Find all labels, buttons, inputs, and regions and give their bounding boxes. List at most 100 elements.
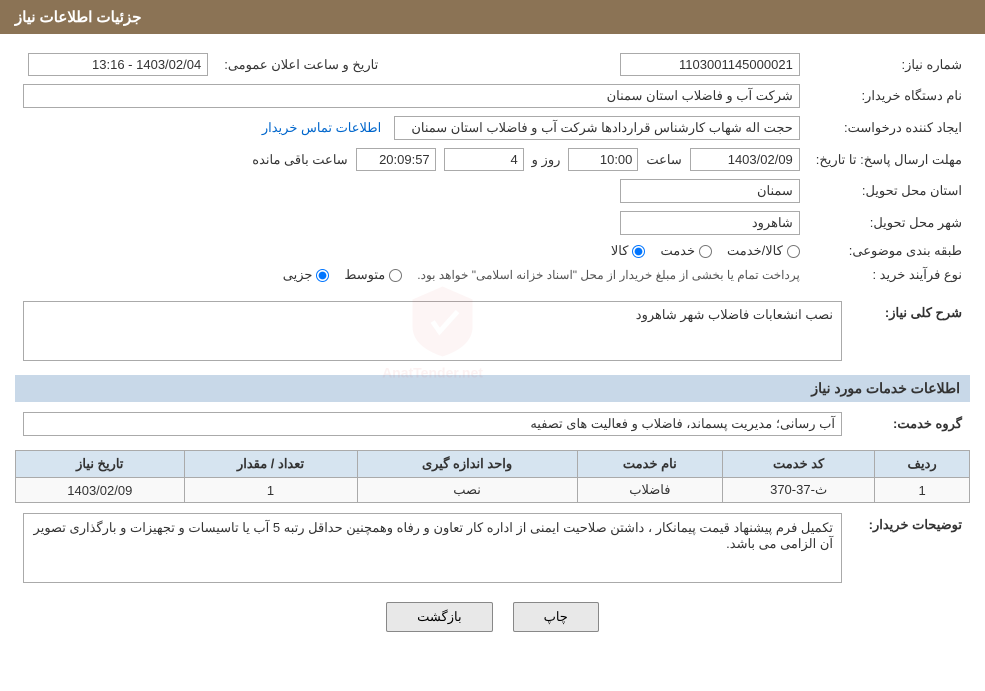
sharh-table: شرح کلی نیاز: AnatTender.net bbox=[15, 297, 970, 365]
nooe-description: پرداخت تمام یا بخشی از مبلغ خریدار از مح… bbox=[417, 268, 800, 282]
table-cell: نصب bbox=[357, 478, 577, 503]
row-dastgah: نام دستگاه خریدار: شرکت آب و فاضلاب استا… bbox=[15, 80, 970, 112]
mohlat-value: 1403/02/09 ساعت 10:00 روز و 4 20:09:57 س… bbox=[15, 144, 808, 175]
watermark-area: AnatTender.net bbox=[382, 282, 483, 381]
row-ijad: ایجاد کننده درخواست: حجت اله شهاب کارشنا… bbox=[15, 112, 970, 144]
tarikh-elan-value: 1403/02/04 - 13:16 bbox=[15, 49, 216, 80]
radio-kala-input[interactable] bbox=[632, 245, 645, 258]
ijad-label: ایجاد کننده درخواست: bbox=[808, 112, 970, 144]
radio-kala-khedmat-input[interactable] bbox=[787, 245, 800, 258]
notes-table: توضیحات خریدار: تکمیل فرم پیشنهاد قیمت پ… bbox=[15, 509, 970, 587]
row-goroh: گروه خدمت: آب رسانی؛ مدیریت پسماند، فاضل… bbox=[15, 408, 970, 440]
page-header: جزئیات اطلاعات نیاز bbox=[0, 0, 985, 34]
table-header: ردیف کد خدمت نام خدمت واحد اندازه گیری ت… bbox=[16, 451, 970, 478]
dastgah-label: نام دستگاه خریدار: bbox=[808, 80, 970, 112]
saaat-label: ساعت bbox=[646, 152, 681, 168]
table-cell: 1403/02/09 bbox=[16, 478, 185, 503]
shomara-value: 1103001145000021 bbox=[416, 49, 808, 80]
sharh-textarea: AnatTender.net نصب انشعابات فاضلاب شهر ش… bbox=[23, 301, 842, 361]
page-wrapper: جزئیات اطلاعات نیاز شماره نیاز: 11030011… bbox=[0, 0, 985, 691]
tabaqe-label: طبقه بندی موضوعی: bbox=[808, 239, 970, 263]
ettelaat-link[interactable]: اطلاعات تماس خریدار bbox=[262, 120, 381, 135]
tabaqe-value: کالا/خدمت خدمت کالا bbox=[15, 239, 808, 263]
table-cell: 1 bbox=[184, 478, 357, 503]
khadamat-header: اطلاعات خدمات مورد نیاز bbox=[15, 375, 970, 402]
notes-label: توضیحات خریدار: bbox=[850, 509, 970, 587]
deadline-row: 1403/02/09 ساعت 10:00 روز و 4 20:09:57 س… bbox=[23, 148, 800, 171]
col-vahed: واحد اندازه گیری bbox=[357, 451, 577, 478]
goroh-value: آب رسانی؛ مدیریت پسماند، فاضلاب و فعالیت… bbox=[15, 408, 850, 440]
radio-motovaset-label: متوسط bbox=[344, 267, 385, 283]
row-shahr: شهر محل تحویل: شاهرود bbox=[15, 207, 970, 239]
radio-kala-khedmat-label: کالا/خدمت bbox=[727, 243, 783, 259]
sharh-text: نصب انشعابات فاضلاب شهر شاهرود bbox=[636, 307, 833, 322]
table-body: 1ث-37-370فاضلابنصب11403/02/09 bbox=[16, 478, 970, 503]
row-notes: توضیحات خریدار: تکمیل فرم پیشنهاد قیمت پ… bbox=[15, 509, 970, 587]
radio-kala-label: کالا bbox=[611, 243, 629, 259]
notes-value-cell: تکمیل فرم پیشنهاد قیمت پیمانکار ، داشتن … bbox=[15, 509, 850, 587]
deadline-clock: 20:09:57 bbox=[356, 148, 436, 171]
page-title: جزئیات اطلاعات نیاز bbox=[15, 9, 142, 26]
notes-box: تکمیل فرم پیشنهاد قیمت پیمانکار ، داشتن … bbox=[23, 513, 842, 583]
sharh-label: شرح کلی نیاز: bbox=[850, 297, 970, 365]
goroh-table: گروه خدمت: آب رسانی؛ مدیریت پسماند، فاضل… bbox=[15, 408, 970, 440]
button-row: چاپ بازگشت bbox=[15, 602, 970, 632]
nooe-label: نوع فرآیند خرید : bbox=[808, 263, 970, 287]
radio-kala: کالا bbox=[611, 243, 646, 259]
shahr-label: شهر محل تحویل: bbox=[808, 207, 970, 239]
ostan-input: سمنان bbox=[620, 179, 800, 203]
col-radif: ردیف bbox=[875, 451, 970, 478]
table-header-row: ردیف کد خدمت نام خدمت واحد اندازه گیری ت… bbox=[16, 451, 970, 478]
row-mohlat: مهلت ارسال پاسخ: تا تاریخ: 1403/02/09 سا… bbox=[15, 144, 970, 175]
col-tedad: تعداد / مقدار bbox=[184, 451, 357, 478]
tarikh-elan-label: تاریخ و ساعت اعلان عمومی: bbox=[216, 49, 386, 80]
radio-kala-khedmat: کالا/خدمت bbox=[727, 243, 800, 259]
radio-jozi-label: جزیی bbox=[283, 267, 313, 283]
col-nam: نام خدمت bbox=[577, 451, 722, 478]
remaining-label: ساعت باقی مانده bbox=[252, 152, 347, 168]
row-sharh: شرح کلی نیاز: AnatTender.net bbox=[15, 297, 970, 365]
table-cell: 1 bbox=[875, 478, 970, 503]
ostan-value: سمنان bbox=[15, 175, 808, 207]
radio-jozi-input[interactable] bbox=[316, 269, 329, 282]
col-kod: کد خدمت bbox=[723, 451, 875, 478]
dastgah-input: شرکت آب و فاضلاب استان سمنان bbox=[23, 84, 800, 108]
shahr-value: شاهرود bbox=[15, 207, 808, 239]
shield-watermark-icon bbox=[403, 282, 483, 362]
content-area: شماره نیاز: 1103001145000021 تاریخ و ساع… bbox=[0, 34, 985, 647]
deadline-date: 1403/02/09 bbox=[690, 148, 800, 171]
col-tarikh: تاریخ نیاز bbox=[16, 451, 185, 478]
radio-khedmat: خدمت bbox=[660, 243, 712, 259]
sharh-value-cell: AnatTender.net نصب انشعابات فاضلاب شهر ش… bbox=[15, 297, 850, 365]
ijad-input: حجت اله شهاب کارشناس قراردادها شرکت آب و… bbox=[394, 116, 800, 140]
row-tabaqe: طبقه بندی موضوعی: کالا/خدمت خدمت bbox=[15, 239, 970, 263]
ostan-label: استان محل تحویل: bbox=[808, 175, 970, 207]
goroh-label: گروه خدمت: bbox=[850, 408, 970, 440]
radio-motovaset-input[interactable] bbox=[389, 269, 402, 282]
tarikh-elan-input: 1403/02/04 - 13:16 bbox=[28, 53, 208, 76]
table-cell: فاضلاب bbox=[577, 478, 722, 503]
shahr-input: شاهرود bbox=[620, 211, 800, 235]
roz-label: روز و bbox=[532, 152, 561, 168]
dastgah-value: شرکت آب و فاضلاب استان سمنان bbox=[15, 80, 808, 112]
table-cell: ث-37-370 bbox=[723, 478, 875, 503]
row-nooe-farayand: نوع فرآیند خرید : پرداخت تمام یا بخشی از… bbox=[15, 263, 970, 287]
row-ostan: استان محل تحویل: سمنان bbox=[15, 175, 970, 207]
shomara-input: 1103001145000021 bbox=[620, 53, 800, 76]
bazgasht-button[interactable]: بازگشت bbox=[386, 602, 492, 632]
radio-khedmat-label: خدمت bbox=[660, 243, 695, 259]
radio-jozi: جزیی bbox=[283, 267, 330, 283]
shomara-label: شماره نیاز: bbox=[808, 49, 970, 80]
deadline-days: 4 bbox=[444, 148, 524, 171]
info-table-main: شماره نیاز: 1103001145000021 تاریخ و ساع… bbox=[15, 49, 970, 287]
ijad-value: حجت اله شهاب کارشناس قراردادها شرکت آب و… bbox=[386, 112, 808, 144]
services-table: ردیف کد خدمت نام خدمت واحد اندازه گیری ت… bbox=[15, 450, 970, 503]
goroh-input: آب رسانی؛ مدیریت پسماند، فاضلاب و فعالیت… bbox=[23, 412, 842, 436]
mohlat-label: مهلت ارسال پاسخ: تا تاریخ: bbox=[808, 144, 970, 175]
sharh-container: AnatTender.net نصب انشعابات فاضلاب شهر ش… bbox=[23, 301, 842, 361]
chap-button[interactable]: چاپ bbox=[513, 602, 599, 632]
radio-khedmat-input[interactable] bbox=[699, 245, 712, 258]
table-row: 1ث-37-370فاضلابنصب11403/02/09 bbox=[16, 478, 970, 503]
deadline-time: 10:00 bbox=[568, 148, 638, 171]
watermark-text: AnatTender.net bbox=[382, 365, 483, 381]
